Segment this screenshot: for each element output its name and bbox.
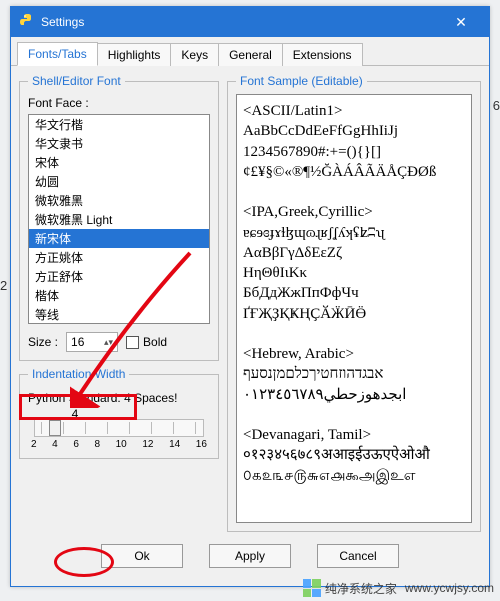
- cancel-button[interactable]: Cancel: [317, 544, 399, 568]
- close-button[interactable]: ✕: [441, 7, 481, 37]
- font-list-item[interactable]: 楷体: [29, 286, 209, 305]
- tab-extensions[interactable]: Extensions: [282, 43, 363, 66]
- font-list-item[interactable]: 宋体: [29, 153, 209, 172]
- watermark: 纯净系统之家 www.ycwjsy.com: [303, 579, 494, 597]
- font-list-item[interactable]: 幼圆: [29, 172, 209, 191]
- size-value: 16: [71, 335, 84, 349]
- bg-fragment-left: 2: [0, 278, 7, 293]
- slider-thumb-icon[interactable]: [49, 420, 61, 436]
- bold-label: Bold: [143, 335, 167, 349]
- checkbox-box-icon: [126, 336, 139, 349]
- tab-keys[interactable]: Keys: [170, 43, 219, 66]
- font-list-item[interactable]: 微软雅黑 Light: [29, 210, 209, 229]
- apply-button[interactable]: Apply: [209, 544, 291, 568]
- font-list-item[interactable]: 方正舒体: [29, 267, 209, 286]
- tick-label: 14: [169, 439, 180, 450]
- bg-fragment-right: 6: [493, 98, 500, 113]
- font-list-item[interactable]: 等线: [29, 305, 209, 324]
- bold-checkbox[interactable]: Bold: [126, 335, 167, 349]
- font-sample-legend: Font Sample (Editable): [236, 74, 367, 88]
- font-sample-group: Font Sample (Editable) <ASCII/Latin1> Aa…: [227, 74, 481, 532]
- watermark-text: 纯净系统之家: [325, 580, 397, 597]
- size-label: Size :: [28, 335, 58, 349]
- watermark-url: www.ycwjsy.com: [405, 581, 494, 595]
- window-title: Settings: [41, 15, 84, 29]
- shell-editor-font-legend: Shell/Editor Font: [28, 74, 125, 88]
- indentation-legend: Indentation Width: [28, 367, 129, 381]
- settings-window: Settings ✕ Fonts/Tabs Highlights Keys Ge…: [10, 6, 490, 587]
- tick-label: 8: [94, 439, 100, 450]
- tab-highlights[interactable]: Highlights: [97, 43, 172, 66]
- indentation-slider[interactable]: [34, 419, 204, 437]
- tabstrip: Fonts/Tabs Highlights Keys General Exten…: [11, 37, 489, 66]
- dialog-buttons: Ok Apply Cancel: [11, 536, 489, 578]
- tick-label: 12: [142, 439, 153, 450]
- tick-label: 2: [31, 439, 37, 450]
- size-spinbox[interactable]: 16 ▴▾: [66, 332, 118, 352]
- ok-button[interactable]: Ok: [101, 544, 183, 568]
- font-sample-textarea[interactable]: <ASCII/Latin1> AaBbCcDdEeFfGgHhIiJj 1234…: [236, 94, 472, 523]
- font-face-list[interactable]: 华文行楷华文隶书宋体幼圆微软雅黑微软雅黑 Light新宋体方正姚体方正舒体楷体等…: [28, 114, 210, 324]
- titlebar[interactable]: Settings ✕: [11, 7, 489, 37]
- tick-label: 10: [116, 439, 127, 450]
- font-list-item[interactable]: 微软雅黑: [29, 191, 209, 210]
- tick-label: 4: [52, 439, 58, 450]
- close-icon: ✕: [455, 14, 467, 31]
- font-list-item[interactable]: 华文行楷: [29, 115, 209, 134]
- python-icon: [19, 14, 35, 30]
- tab-fonts-tabs[interactable]: Fonts/Tabs: [17, 42, 98, 66]
- font-list-item[interactable]: 方正姚体: [29, 248, 209, 267]
- tick-label: 6: [73, 439, 79, 450]
- watermark-logo-icon: [303, 579, 321, 597]
- indentation-tick-labels: 2 4 6 8 10 12 14 16: [31, 439, 207, 450]
- indentation-group: Indentation Width Python Standard: 4 Spa…: [19, 367, 219, 459]
- shell-editor-font-group: Shell/Editor Font Font Face : 华文行楷华文隶书宋体…: [19, 74, 219, 361]
- spin-arrows-icon: ▴▾: [104, 338, 113, 346]
- font-face-label: Font Face :: [28, 96, 210, 110]
- font-list-item[interactable]: 华文隶书: [29, 134, 209, 153]
- tab-general[interactable]: General: [218, 43, 283, 66]
- indentation-hint: Python Standard: 4 Spaces!: [28, 391, 210, 405]
- tick-label: 16: [196, 439, 207, 450]
- font-list-item[interactable]: 新宋体: [29, 229, 209, 248]
